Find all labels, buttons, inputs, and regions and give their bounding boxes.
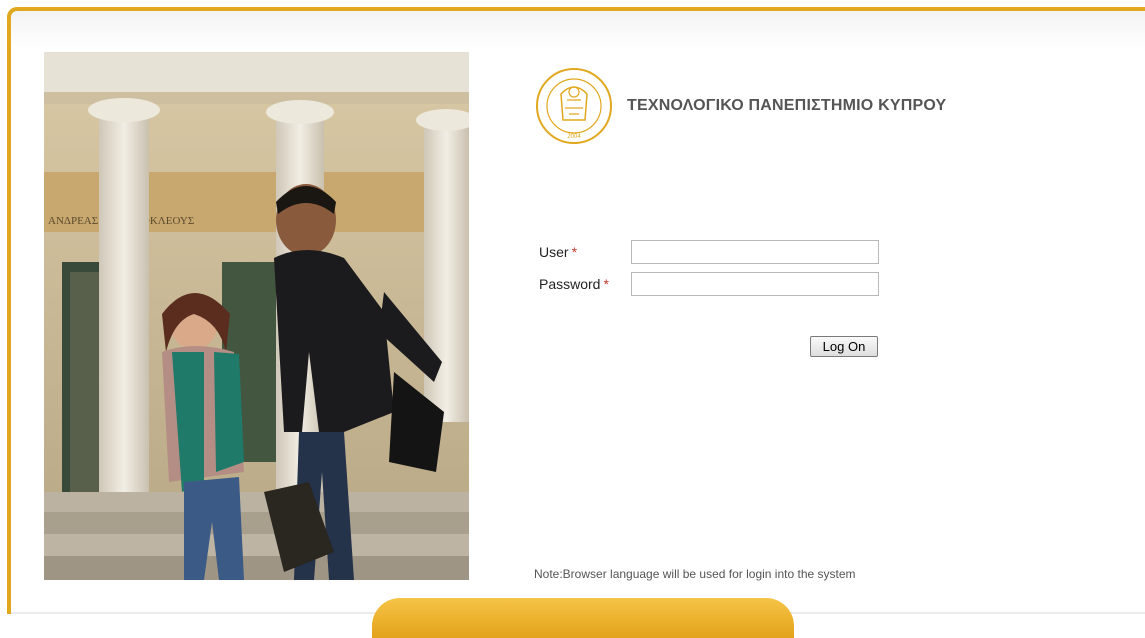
browser-language-note: Note:Browser language will be used for l… [534,567,856,581]
password-label-row: Password * [539,276,609,292]
seal-year: 2004 [567,134,581,140]
university-seal-icon: 2004 [536,68,612,144]
user-label-row: User * [539,244,577,260]
campus-photo: ΑΝΔΡΕΑΣ ΘΕΜΙΣΤΟΚΛΕΟΥΣ [44,52,469,580]
university-header: 2004 ΤΕΧΝΟΛΟΓΙΚΟ ΠΑΝΕΠΙΣΤΗΜΙΟ ΚΥΠΡΟΥ [529,66,946,146]
log-on-button[interactable]: Log On [810,336,878,357]
university-name: ΤΕΧΝΟΛΟΓΙΚΟ ΠΑΝΕΠΙΣΤΗΜΙΟ ΚΥΠΡΟΥ [627,97,947,114]
password-required-marker: * [603,276,609,292]
user-input[interactable] [631,240,879,264]
user-required-marker: * [571,244,578,260]
password-input[interactable] [631,272,879,296]
password-label: Password [539,276,601,292]
bottom-tab-decoration [372,598,794,638]
user-label: User [539,244,569,260]
